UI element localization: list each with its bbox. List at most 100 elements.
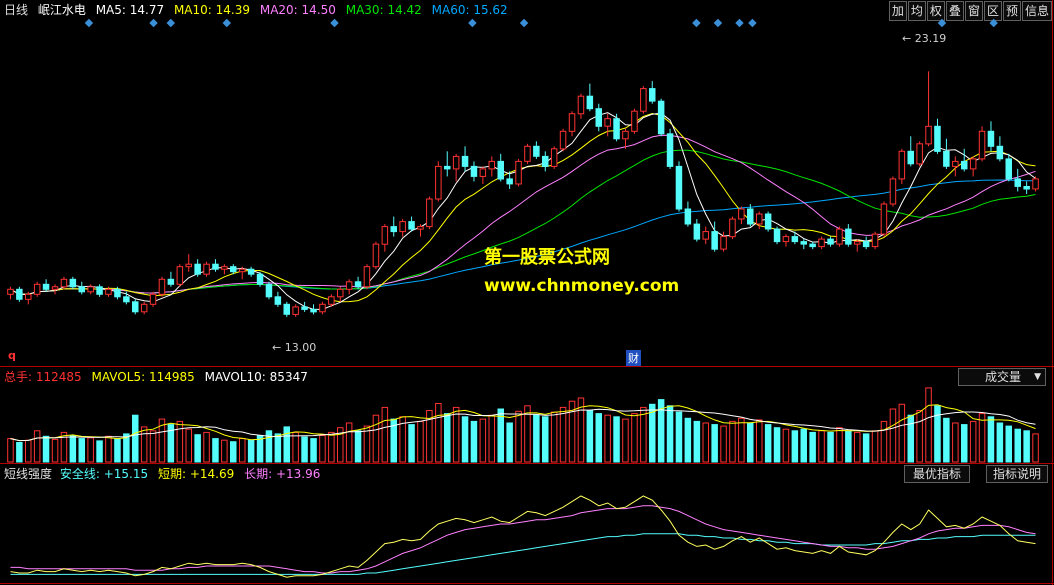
- low-price-label: ← 13.00: [272, 341, 317, 354]
- volume-bar: [140, 426, 148, 463]
- candle-body: [212, 263, 219, 270]
- volume-bar: [916, 410, 923, 463]
- candle-body: [7, 288, 14, 295]
- volume-bar: [961, 424, 968, 463]
- volume-bar: [319, 435, 326, 463]
- volume-bar: [880, 420, 888, 463]
- volume-bar: [452, 406, 460, 463]
- candle-body: [978, 130, 986, 160]
- volume-bar: [1014, 428, 1021, 463]
- candle-body: [738, 208, 745, 220]
- candle-body: [33, 283, 41, 295]
- candle-body: [559, 130, 567, 150]
- volume-bar: [586, 410, 594, 463]
- volume-bar: [310, 438, 317, 463]
- candle-body: [871, 233, 879, 248]
- candle-body: [247, 268, 255, 275]
- candle-body: [568, 113, 576, 132]
- long-term-legend: 长期: +13.96: [244, 467, 321, 481]
- volume-bar: [871, 430, 879, 463]
- candle-body: [666, 133, 674, 167]
- indicator-short-line: [10, 495, 1036, 578]
- volume-bar: [212, 438, 219, 463]
- candle-body: [87, 286, 94, 293]
- candle-body: [479, 168, 487, 177]
- candle-body: [372, 243, 380, 268]
- volume-bar: [969, 420, 977, 463]
- candle-body: [969, 158, 977, 170]
- candle-body: [550, 148, 558, 167]
- candle-body: [185, 263, 192, 268]
- candle-body: [542, 155, 549, 167]
- event-marker-icon: [468, 18, 477, 28]
- volume-bar: [907, 414, 914, 463]
- volume-bar: [747, 422, 754, 463]
- volume-bar: [515, 410, 522, 463]
- candle-body: [51, 286, 59, 290]
- volume-bar: [702, 422, 709, 463]
- volume-bar: [791, 430, 799, 463]
- candle-body: [996, 145, 1004, 160]
- volume-bar: [952, 422, 959, 463]
- volume-bar: [934, 405, 941, 463]
- volume-bar: [283, 426, 290, 463]
- candle-body: [354, 281, 362, 288]
- volume-bar: [16, 442, 23, 463]
- volume-bar: [7, 438, 14, 463]
- event-marker-icon: [937, 18, 947, 28]
- volume-bar: [444, 413, 451, 463]
- volume-bar: [827, 431, 834, 463]
- candle-body: [649, 88, 656, 102]
- event-marker-icon: [330, 18, 339, 28]
- candle-body: [631, 110, 638, 132]
- event-marker-icon: [149, 18, 158, 28]
- volume-bar: [684, 417, 692, 463]
- candle-body: [604, 118, 611, 127]
- volume-bar: [666, 405, 674, 463]
- event-marker-icon: [519, 18, 529, 28]
- event-marker-icon: [166, 18, 176, 28]
- volume-bar: [631, 413, 638, 463]
- candle-body: [283, 303, 290, 315]
- volume-bar: [69, 435, 77, 463]
- candle-body: [408, 221, 415, 230]
- watermark-url: www.chnmoney.com: [484, 276, 680, 296]
- candle-body: [301, 306, 308, 310]
- volume-bar: [1023, 430, 1030, 463]
- candle-body: [845, 228, 852, 245]
- indicator-header: 短线强度 安全线: +15.15 短期: +14.69 长期: +13.96: [4, 465, 326, 483]
- dropdown-arrow-icon: ▼: [1034, 372, 1041, 382]
- volume-bar: [729, 420, 736, 463]
- optimal-indicator-button[interactable]: 最优指标: [904, 465, 971, 483]
- candle-body: [203, 263, 210, 275]
- candle-body: [675, 165, 683, 210]
- volume-bar: [640, 406, 647, 463]
- candle-body: [239, 268, 246, 273]
- financial-marker[interactable]: 财: [626, 350, 641, 366]
- candle-body: [693, 223, 701, 240]
- volume-bar: [354, 430, 362, 463]
- candle-body: [809, 243, 816, 248]
- candle-body: [702, 231, 709, 240]
- candle-body: [773, 228, 781, 243]
- volume-bar: [675, 411, 683, 463]
- candle-body: [42, 283, 50, 290]
- candle-body: [684, 208, 692, 225]
- event-marker-icon: [989, 18, 998, 28]
- candle-body: [363, 266, 371, 288]
- volume-bar: [854, 431, 861, 463]
- event-marker-icon: [222, 18, 232, 28]
- candle-body: [916, 143, 923, 165]
- candle-body: [764, 213, 772, 230]
- volume-header: 总手: 112485 MAVOL5: 114985 MAVOL10: 85347: [4, 368, 314, 386]
- candle-body: [16, 288, 23, 300]
- candle-body: [461, 155, 469, 167]
- volume-bar: [292, 431, 299, 463]
- volume-bar: [764, 424, 772, 463]
- candle-body: [711, 231, 718, 250]
- indicator-help-button[interactable]: 指标说明: [986, 465, 1049, 483]
- volume-indicator-select[interactable]: 成交量 ▼: [958, 368, 1046, 386]
- volume-bar: [114, 438, 121, 463]
- volume-bar: [622, 418, 629, 463]
- volume-bar: [978, 413, 986, 463]
